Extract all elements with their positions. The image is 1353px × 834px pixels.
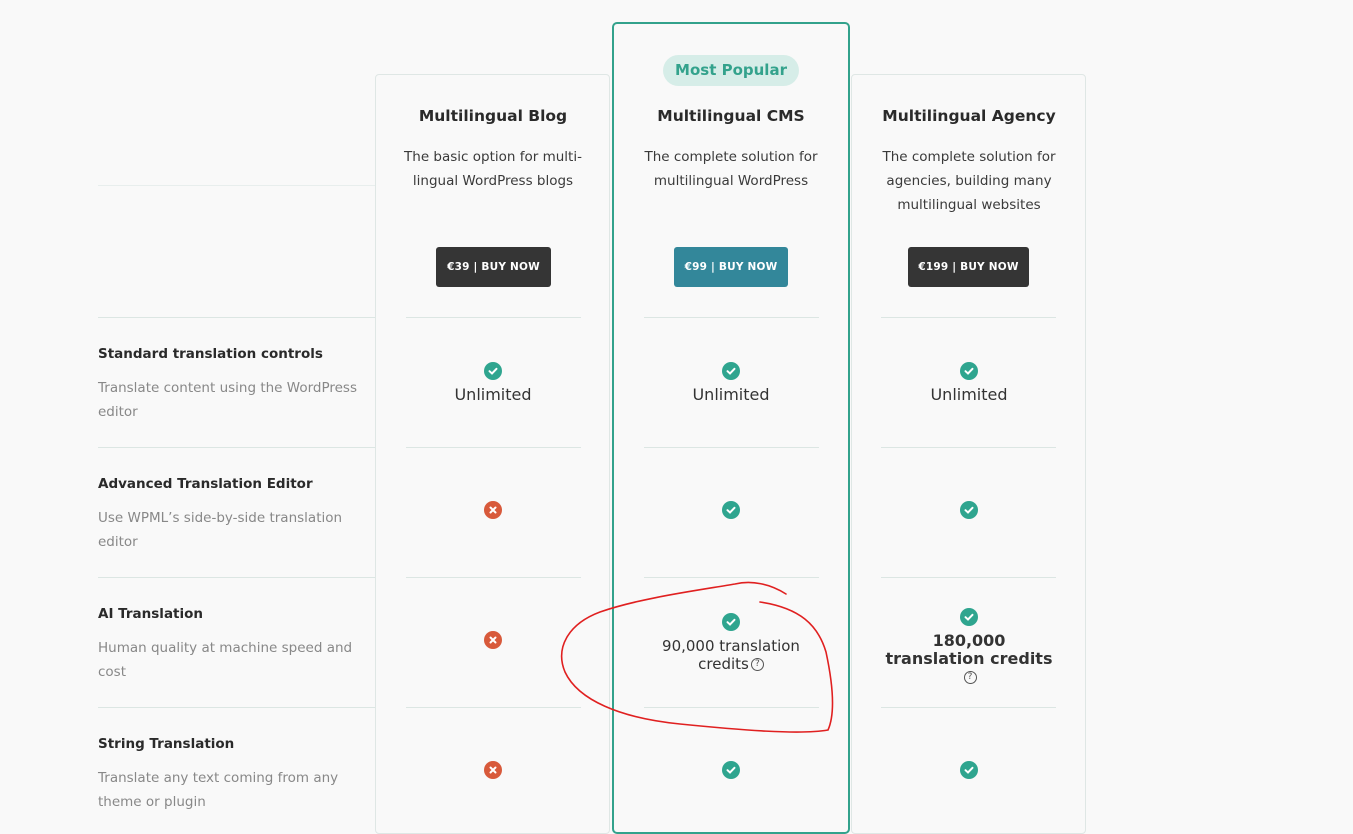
buy-blog-button[interactable]: €39 | BUY NOW [436,247,551,287]
check-icon [484,362,502,380]
cell-value: 180,000 translation credits? [881,632,1057,686]
check-icon [960,608,978,626]
buy-cms-button[interactable]: €99 | BUY NOW [674,247,788,287]
feature-title: Standard translation controls [98,346,323,362]
cross-icon [484,631,502,649]
check-icon [960,362,978,380]
plan-title-blog: Multilingual Blog [418,107,568,125]
cell-value: 90,000 translation credits? [643,637,819,673]
cell-value: Unlimited [930,385,1008,404]
check-icon [960,501,978,519]
row-divider [881,707,1056,708]
row-divider [406,707,581,708]
check-icon [722,501,740,519]
row-divider [98,447,375,448]
plan-desc-agency: The complete solution for agencies, buil… [882,149,1056,213]
feature-desc: Use WPML’s side-by-side translation edit… [98,510,343,550]
row-divider [406,577,581,578]
check-icon [960,761,978,779]
row-divider [644,447,819,448]
question-circle-icon[interactable]: ? [750,658,764,671]
plan-desc-cms: The complete solution for multilingual W… [644,149,818,189]
row-divider [644,317,819,318]
plan-title-agency: Multilingual Agency [882,107,1056,125]
plan-desc-blog: The basic option for multi-lingual WordP… [404,149,582,189]
cell-value: Unlimited [454,385,532,404]
row-divider [406,447,581,448]
credits-text: 90,000 translation credits [662,637,800,673]
credits-text: 180,000 translation credits [885,631,1053,668]
row-divider [644,577,819,578]
feature-title: Advanced Translation Editor [98,476,313,492]
feature-title: String Translation [98,736,235,752]
row-divider [98,317,375,318]
feature-desc: Translate content using the WordPress ed… [98,380,357,420]
row-divider [881,577,1056,578]
cross-icon [484,761,502,779]
plan-card-cms [612,22,850,834]
row-divider [881,317,1056,318]
feature-title: AI Translation [98,606,204,622]
row-divider [881,447,1056,448]
table-header-divider [98,185,375,186]
check-icon [722,362,740,380]
buy-agency-button[interactable]: €199 | BUY NOW [908,247,1029,287]
check-icon [722,613,740,631]
row-divider [406,317,581,318]
plan-title-cms: Multilingual CMS [657,107,805,125]
check-icon [722,761,740,779]
cross-icon [484,501,502,519]
row-divider [644,707,819,708]
feature-desc: Human quality at machine speed and cost [98,640,353,680]
question-circle-icon[interactable]: ? [963,671,977,684]
row-divider [98,707,375,708]
most-popular-badge: Most Popular [663,55,799,86]
row-divider [98,577,375,578]
cell-value: Unlimited [692,385,770,404]
